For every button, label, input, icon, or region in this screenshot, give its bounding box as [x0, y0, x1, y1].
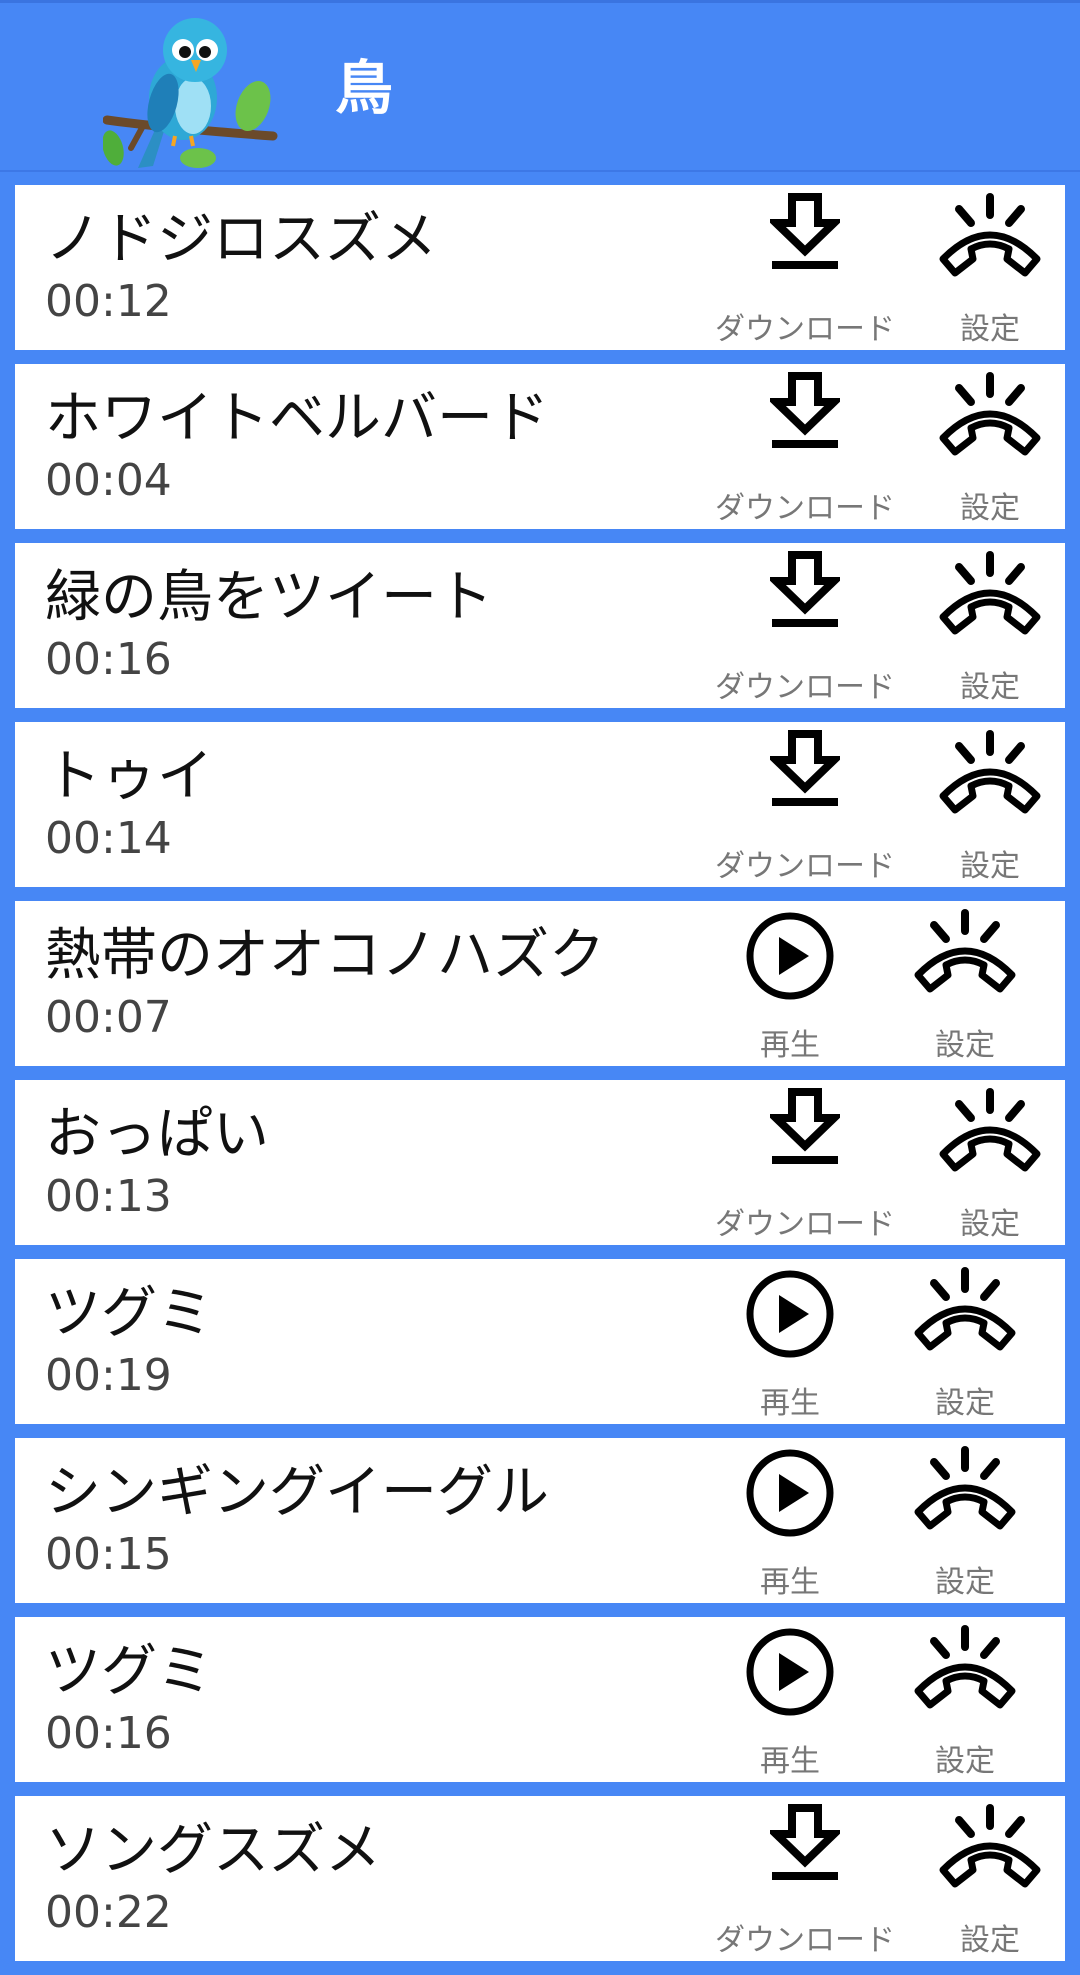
- download-button[interactable]: ダウンロード: [705, 1080, 905, 1245]
- item-duration: 00:15: [45, 1529, 172, 1580]
- download-label: ダウンロード: [715, 1923, 895, 1958]
- settings-button[interactable]: 設定: [920, 543, 1060, 708]
- download-label: ダウンロード: [715, 312, 895, 347]
- item-title: 熱帯のオオコノハズク: [45, 923, 605, 988]
- settings-button[interactable]: 設定: [895, 1259, 1035, 1424]
- item-title: ツグミ: [45, 1639, 213, 1704]
- bird-logo-icon: [102, 8, 281, 173]
- download-arrow-icon: [766, 551, 844, 635]
- play-button[interactable]: 再生: [725, 1438, 855, 1603]
- item-duration: 00:16: [45, 634, 172, 685]
- play-circle-icon: [745, 1269, 835, 1363]
- ringing-phone-icon: [935, 193, 1045, 287]
- play-button[interactable]: 再生: [725, 901, 855, 1066]
- list-item[interactable]: ソングスズメ 00:22 ダウンロード 設定: [15, 1796, 1065, 1961]
- list-item[interactable]: ノドジロスズメ 00:12 ダウンロード 設定: [15, 185, 1065, 350]
- list-item[interactable]: 熱帯のオオコノハズク 00:07 再生 設定: [15, 901, 1065, 1066]
- settings-label: 設定: [960, 1207, 1020, 1242]
- settings-label: 設定: [935, 1744, 995, 1779]
- ringing-phone-icon: [935, 372, 1045, 466]
- item-title: ツグミ: [45, 1281, 213, 1346]
- play-button[interactable]: 再生: [725, 1617, 855, 1782]
- download-arrow-icon: [766, 1088, 844, 1172]
- ringing-phone-icon: [935, 1804, 1045, 1898]
- item-title: ノドジロスズメ: [45, 207, 437, 272]
- download-button[interactable]: ダウンロード: [705, 543, 905, 708]
- settings-button[interactable]: 設定: [920, 185, 1060, 350]
- list-item[interactable]: ツグミ 00:16 再生 設定: [15, 1617, 1065, 1782]
- item-title: ソングスズメ: [45, 1818, 381, 1883]
- settings-button[interactable]: 設定: [895, 1438, 1035, 1603]
- download-label: ダウンロード: [715, 849, 895, 884]
- play-label: 再生: [760, 1744, 820, 1779]
- item-duration: 00:07: [45, 992, 172, 1043]
- settings-label: 設定: [960, 849, 1020, 884]
- settings-button[interactable]: 設定: [920, 722, 1060, 887]
- ringing-phone-icon: [935, 551, 1045, 645]
- settings-button[interactable]: 設定: [895, 901, 1035, 1066]
- download-arrow-icon: [766, 193, 844, 277]
- download-button[interactable]: ダウンロード: [705, 185, 905, 350]
- list-item[interactable]: 緑の鳥をツイート 00:16 ダウンロード 設定: [15, 543, 1065, 708]
- ringing-phone-icon: [910, 1267, 1020, 1361]
- play-label: 再生: [760, 1028, 820, 1063]
- list-item[interactable]: シンギングイーグル 00:15 再生 設定: [15, 1438, 1065, 1603]
- item-duration: 00:22: [45, 1887, 172, 1938]
- ringing-phone-icon: [910, 909, 1020, 1003]
- item-duration: 00:12: [45, 276, 172, 327]
- settings-label: 設定: [960, 670, 1020, 705]
- item-title: ホワイトベルバード: [45, 386, 549, 451]
- app-header: 鳥: [0, 0, 1080, 172]
- item-duration: 00:14: [45, 813, 172, 864]
- play-label: 再生: [760, 1565, 820, 1600]
- settings-button[interactable]: 設定: [895, 1617, 1035, 1782]
- settings-button[interactable]: 設定: [920, 1796, 1060, 1961]
- play-button[interactable]: 再生: [725, 1259, 855, 1424]
- play-circle-icon: [745, 1627, 835, 1721]
- settings-label: 設定: [935, 1565, 995, 1600]
- download-arrow-icon: [766, 372, 844, 456]
- play-circle-icon: [745, 1448, 835, 1542]
- app-title: 鳥: [335, 54, 394, 122]
- list-item[interactable]: ツグミ 00:19 再生 設定: [15, 1259, 1065, 1424]
- settings-label: 設定: [960, 491, 1020, 526]
- download-button[interactable]: ダウンロード: [705, 722, 905, 887]
- download-label: ダウンロード: [715, 491, 895, 526]
- item-duration: 00:04: [45, 455, 172, 506]
- list-item[interactable]: ホワイトベルバード 00:04 ダウンロード 設定: [15, 364, 1065, 529]
- ringtone-list: ノドジロスズメ 00:12 ダウンロード 設定 ホワイトベルバード 00:04 ダウンロード…: [15, 185, 1065, 1975]
- settings-button[interactable]: 設定: [920, 364, 1060, 529]
- download-arrow-icon: [766, 1804, 844, 1888]
- play-label: 再生: [760, 1386, 820, 1421]
- item-duration: 00:19: [45, 1350, 172, 1401]
- download-button[interactable]: ダウンロード: [705, 364, 905, 529]
- download-label: ダウンロード: [715, 1207, 895, 1242]
- list-item[interactable]: おっぱい 00:13 ダウンロード 設定: [15, 1080, 1065, 1245]
- ringing-phone-icon: [935, 730, 1045, 824]
- item-title: シンギングイーグル: [45, 1460, 549, 1525]
- settings-button[interactable]: 設定: [920, 1080, 1060, 1245]
- item-title: トゥイ: [45, 744, 213, 809]
- item-duration: 00:13: [45, 1171, 172, 1222]
- list-item[interactable]: トゥイ 00:14 ダウンロード 設定: [15, 722, 1065, 887]
- download-button[interactable]: ダウンロード: [705, 1796, 905, 1961]
- ringing-phone-icon: [935, 1088, 1045, 1182]
- settings-label: 設定: [960, 1923, 1020, 1958]
- play-circle-icon: [745, 911, 835, 1005]
- settings-label: 設定: [935, 1386, 995, 1421]
- item-title: おっぱい: [45, 1102, 269, 1167]
- item-title: 緑の鳥をツイート: [45, 565, 493, 630]
- ringing-phone-icon: [910, 1446, 1020, 1540]
- ringing-phone-icon: [910, 1625, 1020, 1719]
- settings-label: 設定: [935, 1028, 995, 1063]
- download-label: ダウンロード: [715, 670, 895, 705]
- settings-label: 設定: [960, 312, 1020, 347]
- item-duration: 00:16: [45, 1708, 172, 1759]
- download-arrow-icon: [766, 730, 844, 814]
